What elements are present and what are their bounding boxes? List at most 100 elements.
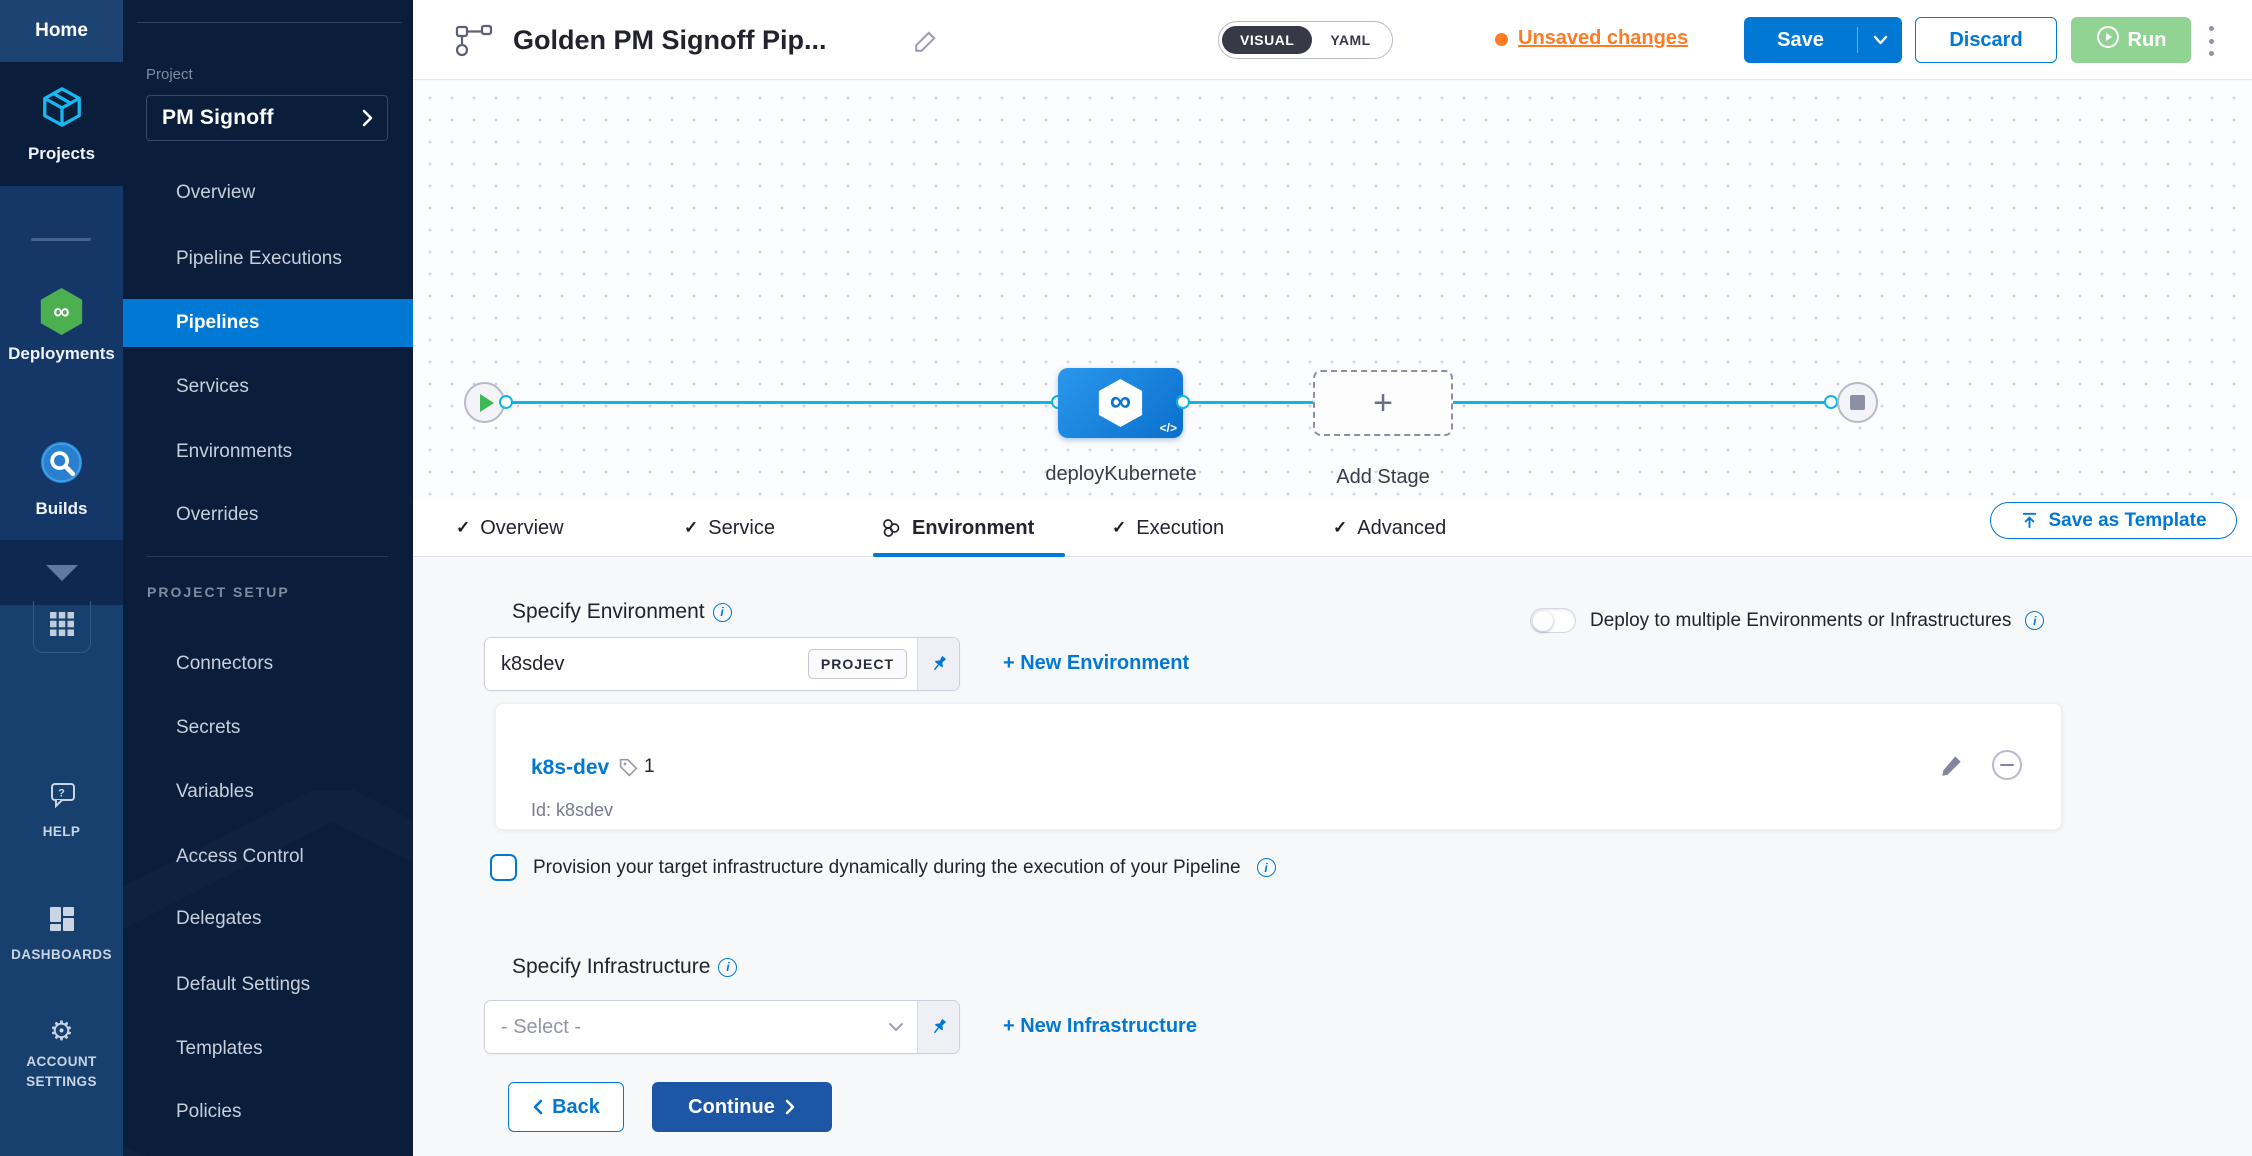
more-options-kebab-icon[interactable] [2201,24,2221,58]
environment-input-group: PROJECT [484,637,960,691]
dashboards-label: DASHBOARDS [11,945,112,965]
project-name: PM Signoff [162,106,274,130]
deployments-cd-icon: ∞ [38,288,85,335]
pipeline-end-node[interactable] [1837,382,1878,423]
continue-button[interactable]: Continue [652,1082,832,1132]
sidebar-item-connectors[interactable]: Connectors [123,640,413,688]
module-picker-button[interactable] [33,601,91,653]
toggle-visual[interactable]: VISUAL [1222,26,1312,54]
add-stage-button[interactable]: + [1313,370,1453,436]
pipeline-edge-start [485,401,1060,404]
pin-button[interactable] [917,1001,959,1053]
back-button[interactable]: Back [508,1082,624,1132]
sidebar-item-pipelines[interactable]: Pipelines [123,299,413,347]
stage-code-icon: </> [1160,421,1177,435]
save-button[interactable]: Save [1744,17,1902,63]
nav-account-settings[interactable]: ⚙ ACCOUNT SETTINGS [0,1018,123,1091]
environment-card: k8s-dev 1 Id: k8sdev [495,703,2062,830]
tab-overview[interactable]: ✓ Overview [456,500,564,556]
nav-dashboards[interactable]: DASHBOARDS [0,905,123,965]
edit-environment-icon[interactable] [1939,752,1965,783]
run-button[interactable]: Run [2071,17,2191,63]
info-icon[interactable]: i [718,958,737,977]
provision-row: Provision your target infrastructure dyn… [490,854,1276,881]
project-selector[interactable]: PM Signoff [146,95,388,141]
module-projects[interactable]: Projects [0,62,123,186]
sidebar-item-variables[interactable]: Variables [123,768,413,816]
projects-cube-icon [39,84,85,135]
pin-icon [924,650,952,678]
environment-form: Specify Environment i Deploy to multiple… [413,557,2252,1156]
check-icon: ✓ [1333,518,1347,538]
info-icon[interactable]: i [1257,858,1276,877]
tab-environment[interactable]: Environment [880,500,1034,556]
specify-environment-label: Specify Environment i [512,600,732,624]
info-icon[interactable]: i [2025,611,2044,630]
sidebar-item-default-settings[interactable]: Default Settings [123,961,413,1009]
multi-env-toggle[interactable] [1530,608,1576,633]
sidebar-item-access-control[interactable]: Access Control [123,833,413,881]
provision-checkbox[interactable] [490,854,517,881]
save-label[interactable]: Save [1744,29,1857,52]
nav-help[interactable]: ? HELP [0,782,123,842]
pin-button[interactable] [917,638,959,690]
tab-advanced[interactable]: ✓ Advanced [1333,500,1446,556]
sidebar-item-overview[interactable]: Overview [123,169,413,217]
sidebar-item-pipeline-executions[interactable]: Pipeline Executions [123,235,413,283]
chevron-down-icon[interactable] [875,1001,917,1053]
unsaved-changes-link[interactable]: Unsaved changes [1518,27,1688,50]
infrastructure-select[interactable]: - Select - [485,1001,875,1053]
specify-infrastructure-label: Specify Infrastructure i [512,955,737,979]
tab-execution[interactable]: ✓ Execution [1112,500,1224,556]
environment-card-tags: 1 [618,756,655,778]
save-as-template-button[interactable]: Save as Template [1990,502,2237,539]
edit-title-icon[interactable] [913,28,939,59]
save-dropdown-chevron-icon[interactable] [1858,35,1902,45]
module-deployments[interactable]: ∞ Deployments [0,288,123,364]
project-sidebar: Project PM Signoff Overview Pipeline Exe… [123,0,413,1156]
check-icon: ✓ [1112,518,1126,538]
remove-environment-icon[interactable] [1992,750,2022,780]
svg-text:?: ? [58,788,65,800]
pipeline-canvas[interactable]: ∞ </> deployKubernetes + Add Stage + − [413,81,2252,500]
toggle-yaml[interactable]: YAML [1312,26,1388,54]
harness-pipeline-studio: Home Projects ∞ Deployments Builds [0,0,2252,1156]
environment-input[interactable] [485,638,808,690]
nav-home[interactable]: Home [0,0,123,62]
add-stage-label: Add Stage [1313,466,1453,489]
link-dot [1176,395,1190,409]
sidebar-item-policies[interactable]: Policies [123,1088,413,1136]
tab-environment-label: Environment [912,517,1034,540]
help-chat-icon: ? [47,782,77,815]
sidebar-item-environments[interactable]: Environments [123,428,413,476]
info-icon[interactable]: i [713,603,732,622]
account-settings-label: ACCOUNT SETTINGS [12,1052,112,1091]
sidebar-item-delegates[interactable]: Delegates [123,895,413,943]
module-projects-label: Projects [28,144,95,164]
plus-icon: + [1373,384,1393,423]
pipeline-header: Golden PM Signoff Pip... VISUAL YAML Uns… [413,0,2252,80]
new-infrastructure-link[interactable]: + New Infrastructure [1003,1015,1197,1038]
upload-icon [2020,511,2039,530]
visual-yaml-toggle[interactable]: VISUAL YAML [1218,21,1393,59]
tab-service[interactable]: ✓ Service [684,500,775,556]
multi-env-label: Deploy to multiple Environments or Infra… [1590,610,2011,632]
discard-button[interactable]: Discard [1915,17,2057,63]
builds-ci-icon [39,440,84,490]
sidebar-section-divider [146,556,388,557]
new-environment-link[interactable]: + New Environment [1003,652,1189,675]
collapse-modules-icon[interactable] [46,565,78,581]
sidebar-item-overrides[interactable]: Overrides [123,491,413,539]
sidebar-item-services[interactable]: Services [123,363,413,411]
tab-overview-label: Overview [480,517,563,540]
check-icon: ✓ [684,518,698,538]
sidebar-item-secrets[interactable]: Secrets [123,704,413,752]
unsaved-dot-icon [1495,33,1508,46]
project-setup-header: PROJECT SETUP [147,584,290,600]
provision-label: Provision your target infrastructure dyn… [533,857,1241,879]
environment-card-name[interactable]: k8s-dev [531,756,609,780]
tag-icon [618,757,639,778]
stage-deploy-kubernetes[interactable]: ∞ </> [1058,368,1183,438]
module-builds[interactable]: Builds [0,440,123,519]
sidebar-item-templates[interactable]: Templates [123,1025,413,1073]
